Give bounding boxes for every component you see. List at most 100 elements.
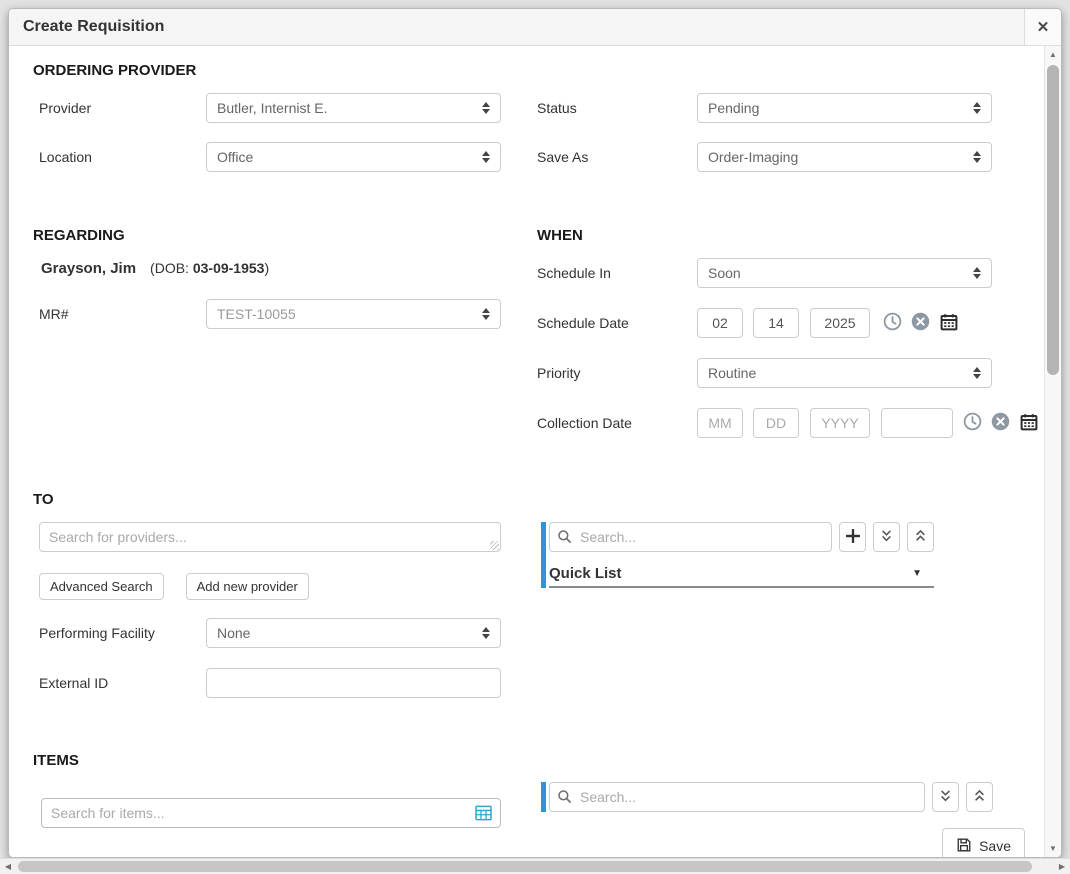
items-table-icon[interactable]: [475, 805, 492, 824]
double-chevron-down-icon: [939, 789, 952, 806]
scroll-left-arrow[interactable]: ◀: [0, 859, 16, 874]
location-select-value: Office: [217, 149, 476, 165]
provider-search-wrap: [39, 522, 501, 552]
collection-date-clear-button[interactable]: [991, 412, 1010, 434]
calendar-icon: [1019, 412, 1039, 435]
search-icon: [557, 789, 572, 809]
collection-date-calendar-button[interactable]: [1019, 412, 1039, 435]
collapse-all-button[interactable]: [966, 782, 993, 812]
patient-line: Grayson, Jim (DOB: 03-09-1953): [41, 260, 501, 277]
save-as-select-value: Order-Imaging: [708, 149, 967, 165]
patient-dob: (DOB: 03-09-1953): [150, 260, 269, 276]
schedule-date-clear-button[interactable]: [911, 312, 930, 334]
calendar-icon: [939, 312, 959, 335]
plus-icon: [846, 529, 860, 546]
status-label: Status: [537, 100, 697, 116]
location-saveas-row: Location Office Save As Order-Imaging: [31, 142, 1033, 172]
save-floppy-icon: [956, 837, 972, 856]
search-icon: [557, 529, 572, 549]
to-panel-search-row: [549, 522, 934, 552]
priority-row: Priority Routine: [537, 358, 1039, 388]
collection-date-label: Collection Date: [537, 415, 697, 431]
schedule-date-year-input[interactable]: [810, 308, 870, 338]
schedule-date-time-button[interactable]: [883, 312, 902, 334]
location-select[interactable]: Office: [206, 142, 501, 172]
items-search-input[interactable]: [41, 798, 501, 828]
mr-select[interactable]: TEST-10055: [206, 299, 501, 329]
collection-date-month-input[interactable]: [697, 408, 743, 438]
horizontal-scrollbar[interactable]: ◀ ▶: [0, 858, 1070, 874]
collection-date-time-button[interactable]: [963, 412, 982, 434]
double-chevron-up-icon: [914, 529, 927, 546]
schedule-date-day-input[interactable]: [753, 308, 799, 338]
to-buttons-row: Advanced Search Add new provider: [39, 573, 501, 600]
status-select[interactable]: Pending: [697, 93, 992, 123]
when-heading: WHEN: [537, 227, 1039, 244]
schedule-in-select[interactable]: Soon: [697, 258, 992, 288]
updown-caret-icon: [973, 151, 981, 163]
save-as-label: Save As: [537, 149, 697, 165]
collapse-all-button[interactable]: [907, 522, 934, 552]
schedule-date-label: Schedule Date: [537, 315, 697, 331]
provider-search-input[interactable]: [39, 522, 501, 552]
provider-status-row: Provider Butler, Internist E. Status Pen…: [31, 93, 1033, 123]
items-quicklist-panel: [541, 782, 993, 812]
add-new-provider-button[interactable]: Add new provider: [186, 573, 309, 600]
quick-list-header[interactable]: Quick List ▼: [549, 560, 934, 588]
performing-facility-label: Performing Facility: [31, 625, 206, 641]
collection-date-day-input[interactable]: [753, 408, 799, 438]
schedule-in-label: Schedule In: [537, 265, 697, 281]
schedule-date-month-input[interactable]: [697, 308, 743, 338]
priority-select[interactable]: Routine: [697, 358, 992, 388]
updown-caret-icon: [482, 151, 490, 163]
schedule-date-calendar-button[interactable]: [939, 312, 959, 335]
mr-row: MR# TEST-10055: [31, 299, 501, 329]
collection-date-year-input[interactable]: [810, 408, 870, 438]
regarding-column: REGARDING Grayson, Jim (DOB: 03-09-1953)…: [31, 205, 501, 438]
external-id-input[interactable]: [206, 668, 501, 698]
scroll-right-arrow[interactable]: ▶: [1054, 859, 1070, 874]
resize-handle[interactable]: [490, 541, 499, 550]
updown-caret-icon: [973, 367, 981, 379]
save-as-select[interactable]: Order-Imaging: [697, 142, 992, 172]
schedule-date-row: Schedule Date: [537, 308, 1039, 338]
save-button[interactable]: Save: [942, 828, 1025, 857]
regarding-when-section: REGARDING Grayson, Jim (DOB: 03-09-1953)…: [31, 205, 1033, 438]
scroll-down-arrow[interactable]: ▼: [1045, 840, 1061, 857]
performing-facility-row: Performing Facility None: [31, 618, 501, 648]
performing-facility-value: None: [217, 625, 476, 641]
items-search-wrap: [41, 798, 501, 828]
accent-bar: [541, 782, 546, 812]
items-panel-search-row: [549, 782, 993, 812]
clock-icon: [963, 412, 982, 434]
vertical-scrollbar[interactable]: ▲ ▼: [1044, 46, 1061, 857]
expand-all-button[interactable]: [873, 522, 900, 552]
items-section: [31, 782, 1033, 828]
horizontal-scrollbar-thumb[interactable]: [18, 861, 1032, 872]
priority-value: Routine: [708, 365, 967, 381]
collection-date-row: Collection Date: [537, 408, 1039, 438]
items-quicklist-search-input[interactable]: [549, 782, 925, 812]
updown-caret-icon: [482, 627, 490, 639]
performing-facility-select[interactable]: None: [206, 618, 501, 648]
quicklist-search-input[interactable]: [549, 522, 832, 552]
external-id-row: External ID: [31, 668, 501, 698]
to-quicklist-panel: Quick List ▼: [541, 522, 934, 588]
collection-time-input[interactable]: [881, 408, 953, 438]
to-left-column: Advanced Search Add new provider Perform…: [31, 522, 501, 698]
schedule-in-value: Soon: [708, 265, 967, 281]
to-section: Advanced Search Add new provider Perform…: [31, 522, 1033, 698]
vertical-scrollbar-thumb[interactable]: [1047, 65, 1059, 375]
provider-select[interactable]: Butler, Internist E.: [206, 93, 501, 123]
expand-all-button[interactable]: [932, 782, 959, 812]
add-to-quicklist-button[interactable]: [839, 522, 866, 552]
close-button[interactable]: ✕: [1024, 9, 1061, 45]
scroll-up-arrow[interactable]: ▲: [1045, 46, 1061, 63]
provider-select-value: Butler, Internist E.: [217, 100, 476, 116]
create-requisition-modal: Create Requisition ✕ ORDERING PROVIDER P…: [8, 8, 1062, 858]
external-id-label: External ID: [31, 675, 206, 691]
advanced-search-button[interactable]: Advanced Search: [39, 573, 164, 600]
to-heading: TO: [33, 491, 1033, 508]
provider-label: Provider: [31, 100, 206, 116]
save-button-label: Save: [979, 838, 1011, 854]
